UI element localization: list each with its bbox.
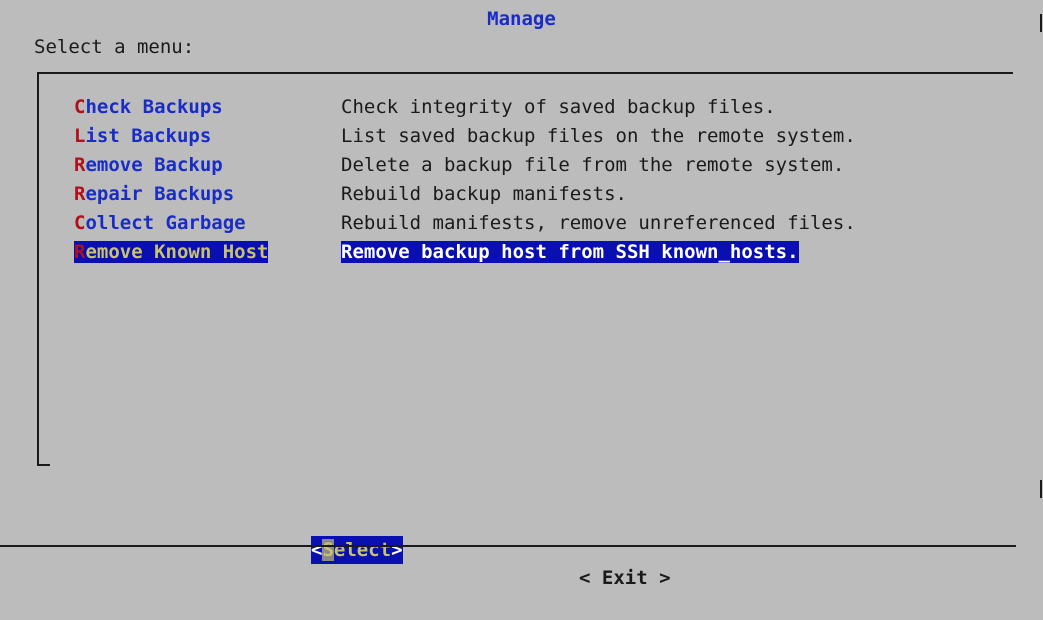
menu-frame-left-border xyxy=(37,74,39,466)
menu-item-check-backups[interactable]: Check Backups Check integrity of saved b… xyxy=(74,93,856,122)
menu-item-hotkey: L xyxy=(74,125,86,147)
select-button-hotkey: S xyxy=(322,539,334,561)
menu-item-description-text: Check integrity of saved backup files. xyxy=(341,96,776,118)
menu-item-tag-rest: ollect Garbage xyxy=(85,212,246,234)
menu-item-description-text: Delete a backup file from the remote sys… xyxy=(341,154,845,176)
menu-frame-bottom-corner xyxy=(37,464,50,466)
menu-item-repair-backups[interactable]: Repair Backups Rebuild backup manifests. xyxy=(74,180,856,209)
menu-item-tag: List Backups xyxy=(74,122,316,151)
right-edge-tick-top xyxy=(1040,14,1042,32)
dialog-prompt: Select a menu: xyxy=(34,36,195,58)
menu-item-tag-rest: emove Known Host xyxy=(85,241,269,263)
menu-item-description-text: Remove backup host from SSH known_hosts. xyxy=(341,241,799,263)
menu-item-description: Rebuild manifests, remove unreferenced f… xyxy=(341,209,856,238)
exit-button[interactable]: < Exit > xyxy=(579,564,671,592)
select-button-label: elect xyxy=(333,539,392,561)
menu-item-tag: Remove Known Host xyxy=(74,238,316,267)
menu-item-tag-rest: ist Backups xyxy=(85,125,212,147)
right-edge-tick-bottom xyxy=(1040,480,1042,498)
menu-item-description: Remove backup host from SSH known_hosts. xyxy=(341,238,799,267)
menu-item-list-backups[interactable]: List Backups List saved backup files on … xyxy=(74,122,856,151)
select-button-close-bracket: > xyxy=(391,539,403,561)
menu-item-hotkey: C xyxy=(74,212,86,234)
menu-item-hotkey: R xyxy=(74,241,86,263)
button-row: <Select> < Exit > xyxy=(0,508,1043,589)
menu-item-description: Rebuild backup manifests. xyxy=(341,180,627,209)
menu-item-description: Delete a backup file from the remote sys… xyxy=(341,151,844,180)
menu-item-hotkey: C xyxy=(74,96,86,118)
menu-item-description-text: Rebuild manifests, remove unreferenced f… xyxy=(341,212,856,234)
menu-item-hotkey: R xyxy=(74,183,86,205)
bottom-rule xyxy=(0,545,1016,547)
menu-item-tag-rest: epair Backups xyxy=(85,183,235,205)
menu-item-tag-rest: heck Backups xyxy=(85,96,223,118)
menu-item-description: Check integrity of saved backup files. xyxy=(341,93,776,122)
menu-item-tag: Repair Backups xyxy=(74,180,316,209)
menu-item-remove-backup[interactable]: Remove Backup Delete a backup file from … xyxy=(74,151,856,180)
menu-item-tag: Remove Backup xyxy=(74,151,316,180)
menu-item-tag: Collect Garbage xyxy=(74,209,316,238)
menu-item-description-text: List saved backup files on the remote sy… xyxy=(341,125,856,147)
menu-item-description-text: Rebuild backup manifests. xyxy=(341,183,627,205)
menu-item-tag: Check Backups xyxy=(74,93,316,122)
menu-item-collect-garbage[interactable]: Collect Garbage Rebuild manifests, remov… xyxy=(74,209,856,238)
menu-item-remove-known-host[interactable]: Remove Known Host Remove backup host fro… xyxy=(74,238,856,267)
dialog-title: Manage xyxy=(487,8,556,30)
menu-item-hotkey: R xyxy=(74,154,86,176)
select-button-open-bracket: < xyxy=(311,539,323,561)
manage-dialog: Manage Select a menu: Check Backups Chec… xyxy=(0,0,1043,589)
menu-item-description: List saved backup files on the remote sy… xyxy=(341,122,856,151)
select-button[interactable]: <Select> xyxy=(311,536,403,564)
menu-item-tag-rest: emove Backup xyxy=(85,154,223,176)
menu-list: Check Backups Check integrity of saved b… xyxy=(74,93,856,267)
